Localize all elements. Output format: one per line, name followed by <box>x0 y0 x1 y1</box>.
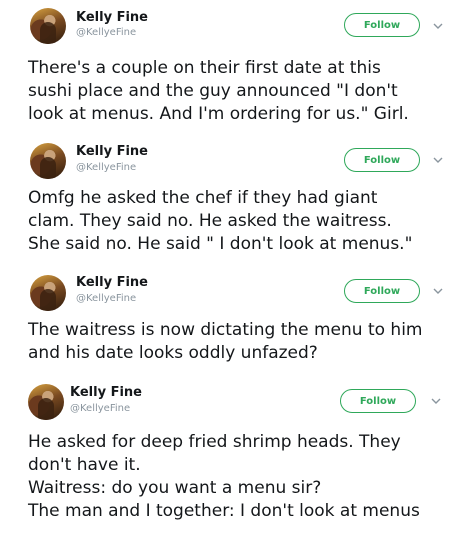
avatar[interactable] <box>30 143 66 179</box>
chevron-down-icon[interactable] <box>432 154 444 166</box>
tweet-text: Omfg he asked the chef if they had giant… <box>28 187 412 256</box>
follow-button-label: Follow <box>363 285 401 297</box>
tweet-1: Kelly Fine @KellyeFine Follow There's a … <box>0 0 468 134</box>
tweet-line: look at menus. And I'm ordering for us."… <box>28 104 409 124</box>
follow-button-label: Follow <box>363 19 401 31</box>
tweet-text: The waitress is now dictating the menu t… <box>28 319 423 365</box>
author-handle[interactable]: @KellyeFine <box>76 27 136 38</box>
author-name[interactable]: Kelly Fine <box>76 144 148 159</box>
avatar[interactable] <box>30 275 66 311</box>
follow-button[interactable]: Follow <box>340 389 416 413</box>
author-handle[interactable]: @KellyeFine <box>70 403 130 414</box>
follow-button[interactable]: Follow <box>344 148 420 172</box>
author-name[interactable]: Kelly Fine <box>70 385 142 400</box>
tweet-text: There's a couple on their first date at … <box>28 57 409 126</box>
tweet-line: The waitress is now dictating the menu t… <box>28 320 423 340</box>
tweet-line: Omfg he asked the chef if they had giant <box>28 188 378 208</box>
chevron-down-icon[interactable] <box>432 20 444 32</box>
author-handle[interactable]: @KellyeFine <box>76 293 136 304</box>
follow-button[interactable]: Follow <box>344 13 420 37</box>
tweet-line: and his date looks oddly unfazed? <box>28 343 318 363</box>
author-handle[interactable]: @KellyeFine <box>76 162 136 173</box>
tweet-line: Waitress: do you want a menu sir? <box>28 478 322 498</box>
tweet-4: Kelly Fine @KellyeFine Follow He asked f… <box>0 378 468 534</box>
chevron-down-icon[interactable] <box>430 395 442 407</box>
avatar[interactable] <box>28 384 64 420</box>
follow-button[interactable]: Follow <box>344 279 420 303</box>
tweet-line: There's a couple on their first date at … <box>28 58 381 78</box>
tweet-3: Kelly Fine @KellyeFine Follow The waitre… <box>0 268 468 378</box>
tweet-text: He asked for deep fried shrimp heads. Th… <box>28 431 420 523</box>
follow-button-label: Follow <box>359 395 397 407</box>
follow-button-label: Follow <box>363 154 401 166</box>
tweet-line: She said no. He said " I don't look at m… <box>28 234 413 254</box>
tweet-line: He asked for deep fried shrimp heads. Th… <box>28 432 401 452</box>
author-name[interactable]: Kelly Fine <box>76 275 148 290</box>
tweet-line: clam. They said no. He asked the waitres… <box>28 211 392 231</box>
tweet-2: Kelly Fine @KellyeFine Follow Omfg he as… <box>0 136 468 266</box>
tweet-line: The man and I together: I don't look at … <box>28 501 420 521</box>
chevron-down-icon[interactable] <box>432 285 444 297</box>
tweet-line: don't have it. <box>28 455 141 475</box>
tweet-line: sushi place and the guy announced "I don… <box>28 81 398 101</box>
avatar[interactable] <box>30 8 66 44</box>
author-name[interactable]: Kelly Fine <box>76 10 148 25</box>
